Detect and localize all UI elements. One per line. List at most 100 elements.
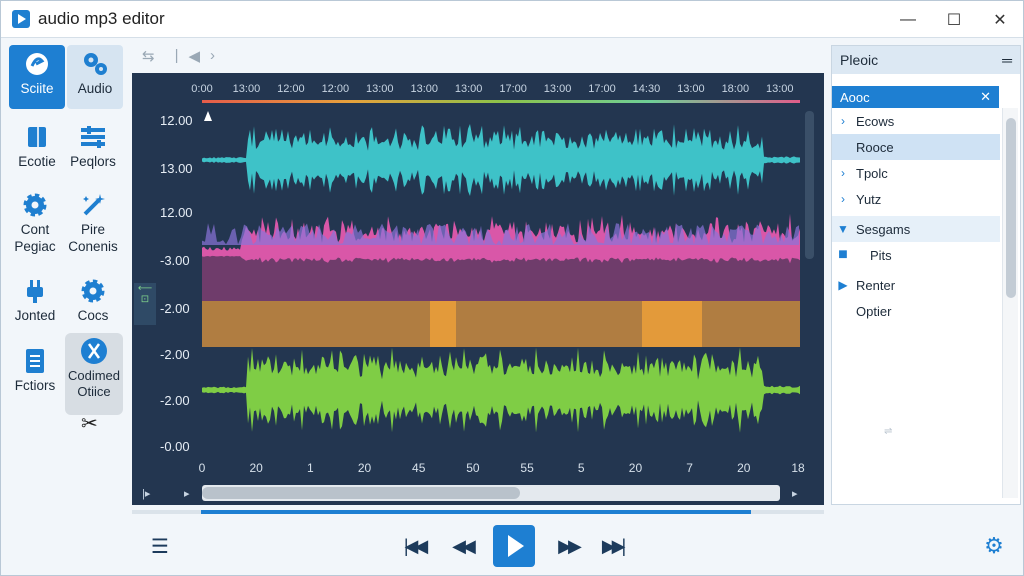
- amplitude-label: 12.00: [160, 205, 193, 220]
- properties-panel: Pleoic ═ Aooc ✕ › Ecows Rooce › Tpolc › Yutz ▼ S…: [831, 45, 1021, 505]
- tree-item-label: Sesgams: [856, 221, 911, 237]
- skip-back-button[interactable]: |◀◀: [399, 531, 429, 561]
- menu-icon[interactable]: ═: [1002, 52, 1012, 68]
- scroll-right-icon[interactable]: ▸: [792, 487, 798, 500]
- tree-item-label: Rooce: [856, 139, 894, 155]
- tree-marker-icon: ›: [841, 114, 845, 128]
- tree-item-label: Ecows: [856, 113, 895, 129]
- skip-forward-button[interactable]: ▶▶|: [597, 531, 627, 561]
- close-button[interactable]: ✕: [977, 1, 1023, 38]
- prev-icon[interactable]: ◀: [188, 47, 200, 65]
- tree-item[interactable]: ▶ Renter: [832, 272, 1000, 298]
- audio-track[interactable]: [202, 301, 800, 347]
- amplitude-label: 13.00: [160, 161, 193, 176]
- amplitude-label: 12.00: [160, 113, 193, 128]
- tool-panel: Sciite Audio Ecotie Peqlors Cont Pegiac: [1, 39, 131, 539]
- tree-item-label: Renter: [856, 277, 896, 293]
- bottom-tick-label: 0: [198, 461, 206, 475]
- ruler-tick-label: 12:00: [277, 83, 305, 95]
- tool-jonted[interactable]: Jonted: [7, 277, 63, 325]
- tree-item-label: Optier: [856, 303, 892, 319]
- play-button[interactable]: [493, 525, 535, 567]
- app-window: audio mp3 editor — ☐ ✕ Sciite Audio Ecot…: [0, 0, 1024, 576]
- maximize-button[interactable]: ☐: [931, 1, 977, 38]
- scissors-icon: [80, 337, 108, 365]
- tree-item-label: Tpolc: [856, 165, 888, 181]
- bottom-ruler: 0 20 1 20 45 50 55 5 20 7 20 18: [198, 457, 805, 477]
- ruler-tick-label: 13:00: [766, 83, 794, 95]
- rewind-button[interactable]: ◀◀: [447, 531, 477, 561]
- amplitude-label: -2.00: [160, 301, 190, 316]
- vertical-scrollbar[interactable]: [805, 111, 814, 259]
- resize-grip-icon[interactable]: ⇌: [884, 426, 892, 437]
- tool-sciite[interactable]: Sciite: [9, 45, 65, 109]
- bottom-tick-label: 20: [249, 461, 263, 475]
- tree-item[interactable]: › Ecows: [832, 108, 1000, 134]
- back-forward-icon[interactable]: ⇆: [142, 47, 155, 65]
- ruler-tick-label: 14:30: [632, 83, 661, 95]
- time-ruler[interactable]: 0:00 13:00 12:00 12:00 13:00 13:00 13:00 17:00 1…: [191, 77, 802, 101]
- tool-audio[interactable]: Audio: [67, 45, 123, 109]
- playlist-icon[interactable]: ☰: [145, 531, 175, 561]
- tree-item[interactable]: › Yutz: [832, 186, 1000, 212]
- tree-marker-icon: ▶: [838, 278, 848, 292]
- tool-codimed-otiice[interactable]: Codimed Otiice: [65, 333, 123, 415]
- audio-track[interactable]: [202, 347, 800, 433]
- bottom-tick-label: 45: [412, 461, 426, 475]
- tree-item[interactable]: Rooce: [832, 134, 1000, 160]
- audio-track[interactable]: [202, 124, 800, 196]
- bottom-tick-label: 1: [307, 461, 314, 475]
- start-marker-icon[interactable]: |▸: [142, 487, 150, 500]
- ruler-tick-label: 0:00: [191, 83, 213, 95]
- tree-item[interactable]: › Tpolc: [832, 160, 1000, 186]
- transport-bar: ☰ |◀◀ ◀◀ ▶▶ ▶▶| ⚙: [1, 517, 1023, 575]
- ruler-tick-label: 13:00: [232, 83, 261, 95]
- amplitude-label: -2.00: [160, 347, 190, 362]
- bottom-tick-label: 20: [628, 461, 643, 475]
- tree-item-label: Pits: [870, 247, 892, 263]
- tool-cont-pegiac[interactable]: Cont Pegiac: [7, 191, 63, 256]
- divider: |: [174, 47, 179, 64]
- track-controls[interactable]: ⟵ ⊡: [134, 283, 156, 325]
- tracks[interactable]: [202, 105, 800, 445]
- tool-cocs[interactable]: Cocs: [65, 277, 121, 325]
- sliders-icon: [79, 123, 107, 151]
- ruler-tick-label: 13:00: [410, 83, 438, 95]
- ruler-tick-label: 12:00: [321, 83, 350, 95]
- audio-track[interactable]: [202, 213, 800, 301]
- tool-ecotie[interactable]: Ecotie: [9, 123, 65, 171]
- next-icon[interactable]: ›: [210, 47, 215, 64]
- tree-item[interactable]: Optier: [832, 298, 1000, 324]
- tree-item[interactable]: ■ Pits: [832, 242, 1000, 268]
- tree-item[interactable]: ▼ Sesgams: [832, 216, 1000, 242]
- waveform-editor[interactable]: 0:00 13:00 12:00 12:00 13:00 13:00 13:00 17:00 1…: [132, 73, 824, 505]
- gear-cluster-icon: [81, 50, 109, 78]
- plug-icon: [21, 277, 49, 305]
- tree-marker-icon: ■: [838, 246, 848, 263]
- app-logo-icon: [12, 10, 30, 28]
- tool-pire-conenis[interactable]: Pire Conenis: [65, 191, 121, 256]
- panel-close-icon[interactable]: ✕: [980, 89, 991, 105]
- tree-list: › Ecows Rooce › Tpolc › Yutz ▼ Sesgams ■ Pits ▶ Rent…: [832, 108, 1000, 324]
- panel-header: Pleoic ═: [832, 46, 1020, 74]
- ruler-tick-label: 13:00: [454, 83, 483, 95]
- tool-fctiors[interactable]: Fctiors: [7, 347, 63, 395]
- progress-fill: [201, 510, 751, 514]
- fast-forward-button[interactable]: ▶▶: [553, 531, 583, 561]
- settings-gear-icon[interactable]: ⚙: [979, 531, 1009, 561]
- bottom-tick-label: 20: [737, 461, 751, 475]
- ruler-tick-label: 18:00: [721, 83, 750, 95]
- amplitude-label: -2.00: [160, 393, 190, 408]
- document-icon: [21, 347, 49, 375]
- panel-subheader: Aooc ✕: [832, 86, 999, 108]
- panel-scroll-thumb[interactable]: [1006, 118, 1016, 298]
- scroll-left-icon[interactable]: ▸: [184, 487, 190, 500]
- bottom-tick-label: 55: [520, 461, 534, 475]
- ruler-tick-label: 17:00: [499, 83, 527, 95]
- panel-scrollbar[interactable]: [1002, 108, 1018, 498]
- horizontal-scroll-thumb[interactable]: [202, 487, 520, 499]
- minimize-button[interactable]: —: [885, 1, 931, 38]
- ruler-tick-label: 13:00: [677, 83, 705, 95]
- tool-peqlors[interactable]: Peqlors: [65, 123, 121, 171]
- window-title: audio mp3 editor: [38, 9, 165, 28]
